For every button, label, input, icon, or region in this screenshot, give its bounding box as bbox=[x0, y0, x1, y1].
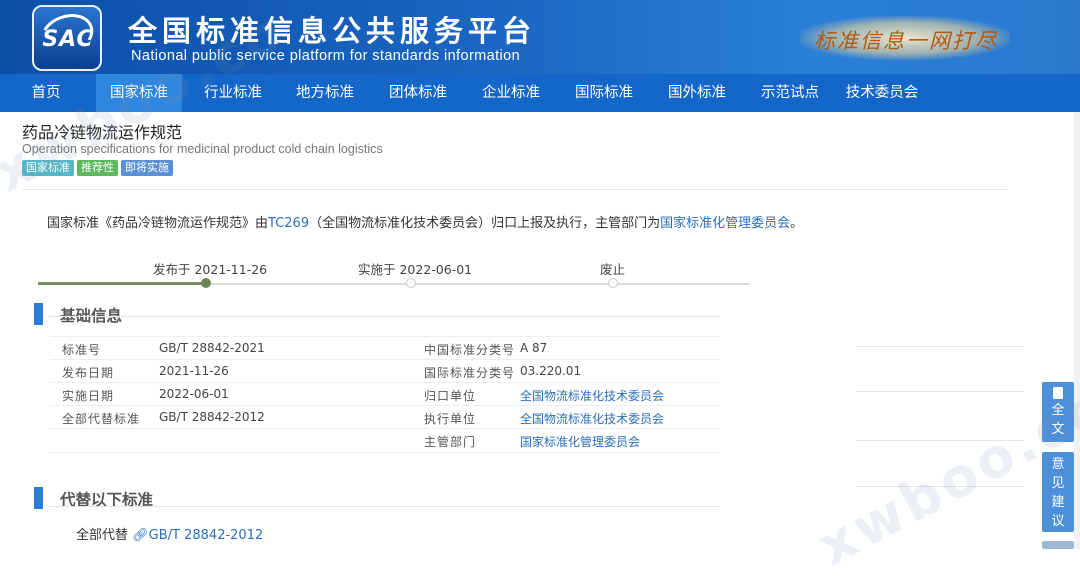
label-responsible-unit: 归口单位 bbox=[424, 389, 477, 403]
nav-item-home[interactable]: 首页 bbox=[18, 74, 74, 112]
row-divider bbox=[50, 405, 720, 406]
scrollbar[interactable] bbox=[1074, 112, 1080, 549]
site-header: SAC 全国标准信息公共服务平台 National public service… bbox=[0, 0, 1080, 74]
row-divider bbox=[50, 382, 720, 383]
link-executing-unit[interactable]: 全国物流标准化技术委员会 bbox=[520, 410, 664, 427]
main-nav: 首页 国家标准 行业标准 地方标准 团体标准 企业标准 国际标准 国外标准 示范… bbox=[0, 74, 1080, 112]
badge-recommended: 推荐性 bbox=[77, 160, 118, 176]
standard-badges: 国家标准 推荐性 即将实施 bbox=[22, 160, 176, 176]
document-icon bbox=[1053, 387, 1063, 399]
value-replaced-standard: GB/T 28842-2012 bbox=[159, 410, 265, 424]
value-implement-date: 2022-06-01 bbox=[159, 387, 229, 401]
badge-national-standard: 国家标准 bbox=[22, 160, 74, 176]
sac-logo[interactable]: SAC bbox=[32, 5, 102, 71]
label-publish-date: 发布日期 bbox=[62, 366, 115, 380]
basic-info-title: 基础信息 bbox=[60, 307, 123, 325]
badge-upcoming: 即将实施 bbox=[121, 160, 173, 176]
right-panel-divider bbox=[856, 346, 1024, 347]
nav-item-international-standard[interactable]: 国际标准 bbox=[561, 74, 647, 112]
label-ics-classification: 国际标准分类号 bbox=[424, 366, 516, 380]
label-competent-dept: 主管部门 bbox=[424, 435, 477, 449]
feedback-button[interactable]: 意 见 建 议 bbox=[1042, 452, 1074, 532]
fulltext-char: 文 bbox=[1051, 422, 1065, 437]
section-marker bbox=[34, 303, 43, 325]
link-icon: 🔗︎ bbox=[132, 528, 149, 543]
section-marker bbox=[34, 487, 43, 509]
timeline-implement-label: 实施于 2022-06-01 bbox=[358, 262, 473, 277]
nav-item-industry-standard[interactable]: 行业标准 bbox=[190, 74, 276, 112]
row-divider bbox=[50, 336, 720, 337]
replace-link[interactable]: GB/T 28842-2012 bbox=[149, 528, 264, 543]
timeline-abolish-label: 废止 bbox=[600, 262, 626, 277]
dept-link[interactable]: 国家标准化管理委员会 bbox=[660, 216, 790, 231]
label-implement-date: 实施日期 bbox=[62, 389, 115, 403]
row-divider bbox=[50, 428, 720, 429]
label-standard-number: 标准号 bbox=[62, 343, 102, 357]
intro-suffix: 。 bbox=[790, 216, 804, 231]
replace-label: 全部代替 bbox=[76, 528, 129, 543]
value-china-classification: A 87 bbox=[520, 341, 548, 355]
right-panel-divider bbox=[856, 440, 1024, 441]
label-replaced-standard: 全部代替标准 bbox=[62, 412, 141, 426]
fulltext-button[interactable]: 全 文 bbox=[1042, 382, 1074, 442]
label-executing-unit: 执行单位 bbox=[424, 412, 477, 426]
fulltext-char: 全 bbox=[1051, 403, 1065, 418]
row-divider bbox=[50, 359, 720, 360]
feedback-char: 议 bbox=[1051, 514, 1065, 529]
nav-item-national-standard[interactable]: 国家标准 bbox=[96, 74, 182, 112]
value-standard-number: GB/T 28842-2021 bbox=[159, 341, 265, 355]
link-competent-dept[interactable]: 国家标准化管理委员会 bbox=[520, 433, 640, 450]
standard-title-en: Operation specifications for medicinal p… bbox=[22, 142, 383, 156]
nav-item-enterprise-standard[interactable]: 企业标准 bbox=[468, 74, 554, 112]
right-panel-divider bbox=[856, 486, 1024, 487]
intro-sentence: 国家标准《药品冷链物流运作规范》由TC269（全国物流标准化技术委员会）归口上报… bbox=[47, 212, 803, 231]
site-subtitle: National public service platform for sta… bbox=[131, 48, 521, 64]
timeline-progress bbox=[38, 282, 206, 285]
feedback-char: 见 bbox=[1051, 476, 1065, 491]
site-title: 全国标准信息公共服务平台 bbox=[128, 14, 537, 48]
nav-item-technical-committee[interactable]: 技术委员会 bbox=[836, 74, 928, 112]
logo-text: SAC bbox=[42, 27, 94, 52]
replace-row: 全部代替 🔗︎GB/T 28842-2012 bbox=[76, 524, 263, 543]
intro-prefix: 国家标准《药品冷链物流运作规范》由 bbox=[47, 216, 269, 231]
nav-item-local-standard[interactable]: 地方标准 bbox=[282, 74, 368, 112]
timeline-dot-publish bbox=[201, 278, 211, 288]
link-responsible-unit[interactable]: 全国物流标准化技术委员会 bbox=[520, 387, 664, 404]
value-ics-classification: 03.220.01 bbox=[520, 364, 582, 378]
timeline-dot-abolish bbox=[608, 278, 618, 288]
basic-info-underline bbox=[48, 316, 720, 317]
nav-item-group-standard[interactable]: 团体标准 bbox=[375, 74, 461, 112]
slogan-banner: 标准信息一网打尽 bbox=[800, 16, 1010, 60]
timeline-publish-label: 发布于 2021-11-26 bbox=[153, 262, 268, 277]
back-to-top-button[interactable] bbox=[1042, 541, 1074, 549]
timeline-dot-implement bbox=[406, 278, 416, 288]
intro-middle: （全国物流标准化技术委员会）归口上报及执行，主管部门为 bbox=[309, 216, 661, 231]
row-divider bbox=[50, 452, 720, 453]
right-panel-divider bbox=[856, 391, 1024, 392]
nav-item-foreign-standard[interactable]: 国外标准 bbox=[654, 74, 740, 112]
feedback-char: 建 bbox=[1051, 495, 1065, 510]
tc-link[interactable]: TC269 bbox=[268, 216, 309, 231]
nav-item-demo-pilot[interactable]: 示范试点 bbox=[747, 74, 833, 112]
slogan-text: 标准信息一网打尽 bbox=[814, 29, 998, 53]
standard-title: 药品冷链物流运作规范 bbox=[22, 123, 183, 142]
feedback-char: 意 bbox=[1051, 457, 1065, 472]
value-publish-date: 2021-11-26 bbox=[159, 364, 229, 378]
label-china-classification: 中国标准分类号 bbox=[424, 343, 516, 357]
replace-underline bbox=[48, 506, 720, 507]
